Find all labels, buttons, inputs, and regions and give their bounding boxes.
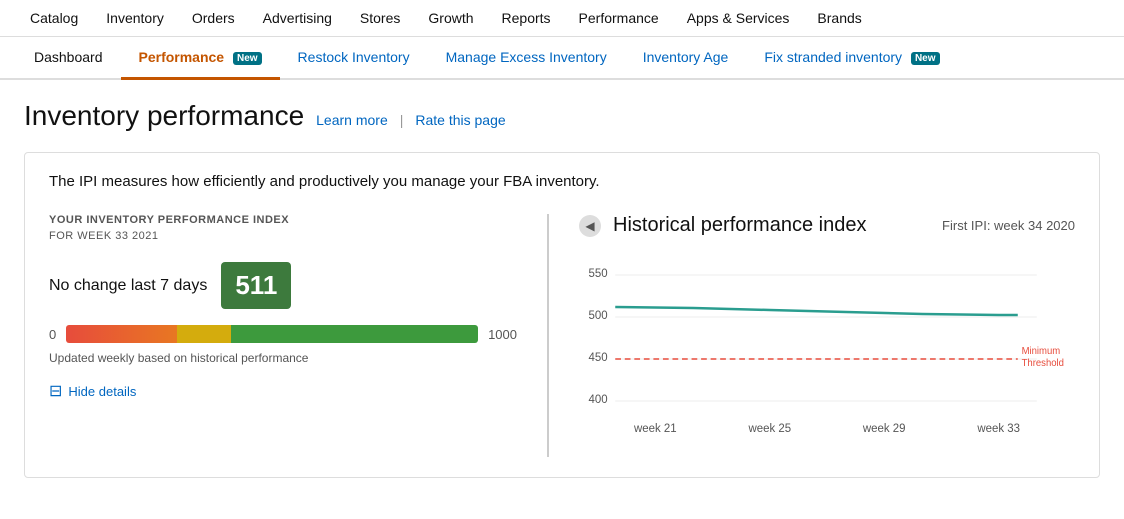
svg-text:week 21: week 21 xyxy=(633,422,677,435)
progress-note: Updated weekly based on historical perfo… xyxy=(49,351,517,365)
top-nav-reports[interactable]: Reports xyxy=(488,0,565,36)
subnav-excess[interactable]: Manage Excess Inventory xyxy=(428,37,625,80)
card-body: YOUR INVENTORY PERFORMANCE INDEX FOR WEE… xyxy=(49,214,1075,457)
progress-bar-yellow xyxy=(177,325,231,343)
learn-more-link[interactable]: Learn more xyxy=(316,112,388,128)
rate-page-link[interactable]: Rate this page xyxy=(415,112,505,128)
progress-min-label: 0 xyxy=(49,327,56,342)
top-nav-advertising[interactable]: Advertising xyxy=(249,0,346,36)
hide-details-label: Hide details xyxy=(68,384,136,399)
svg-text:week 33: week 33 xyxy=(976,422,1020,435)
subnav-inventory-age[interactable]: Inventory Age xyxy=(625,37,747,80)
page-title: Inventory performance xyxy=(24,100,304,132)
svg-text:Threshold: Threshold xyxy=(1022,358,1064,369)
top-nav-apps-services[interactable]: Apps & Services xyxy=(673,0,804,36)
subnav-restock[interactable]: Restock Inventory xyxy=(280,37,428,80)
top-nav-orders[interactable]: Orders xyxy=(178,0,249,36)
performance-new-badge: New xyxy=(233,52,262,65)
no-change-text: No change last 7 days xyxy=(49,277,207,295)
svg-text:Minimum: Minimum xyxy=(1022,346,1061,357)
main-card: The IPI measures how efficiently and pro… xyxy=(24,152,1100,478)
svg-text:450: 450 xyxy=(589,351,609,364)
score-badge: 511 xyxy=(221,262,291,309)
no-change-row: No change last 7 days 511 xyxy=(49,262,517,309)
top-nav-stores[interactable]: Stores xyxy=(346,0,414,36)
left-panel: YOUR INVENTORY PERFORMANCE INDEX FOR WEE… xyxy=(49,214,549,457)
ipi-week: FOR WEEK 33 2021 xyxy=(49,230,517,242)
page-title-row: Inventory performance Learn more | Rate … xyxy=(24,100,1100,132)
chart-area: 550 500 450 400 xyxy=(579,257,1075,457)
hide-details-icon: ⊟ xyxy=(49,381,62,401)
subnav-dashboard[interactable]: Dashboard xyxy=(16,37,121,80)
right-panel: ◀ Historical performance index First IPI… xyxy=(549,214,1075,457)
subnav-performance[interactable]: Performance New xyxy=(121,37,280,80)
top-navigation: Catalog Inventory Orders Advertising Sto… xyxy=(0,0,1124,37)
first-ipi-text: First IPI: week 34 2020 xyxy=(942,218,1075,233)
page-content: Inventory performance Learn more | Rate … xyxy=(0,80,1124,498)
top-nav-growth[interactable]: Growth xyxy=(414,0,487,36)
top-nav-brands[interactable]: Brands xyxy=(803,0,875,36)
svg-text:400: 400 xyxy=(589,393,609,406)
progress-row: 0 1000 xyxy=(49,325,517,343)
svg-text:550: 550 xyxy=(589,267,609,280)
top-nav-catalog[interactable]: Catalog xyxy=(16,0,92,36)
svg-text:week 25: week 25 xyxy=(747,422,791,435)
back-button[interactable]: ◀ xyxy=(579,215,601,237)
hide-details-button[interactable]: ⊟ Hide details xyxy=(49,381,517,401)
svg-text:week 29: week 29 xyxy=(862,422,906,435)
chart-svg: 550 500 450 400 xyxy=(579,257,1075,457)
stranded-new-badge: New xyxy=(911,52,940,65)
ipi-label: YOUR INVENTORY PERFORMANCE INDEX xyxy=(49,214,517,226)
progress-bar-green xyxy=(231,325,478,343)
historical-title: Historical performance index xyxy=(613,214,866,237)
progress-max-label: 1000 xyxy=(488,327,517,342)
right-panel-header: ◀ Historical performance index First IPI… xyxy=(579,214,1075,237)
svg-text:500: 500 xyxy=(589,309,609,322)
subnav-stranded[interactable]: Fix stranded inventory New xyxy=(746,37,957,80)
top-nav-inventory[interactable]: Inventory xyxy=(92,0,178,36)
card-description: The IPI measures how efficiently and pro… xyxy=(49,173,1075,190)
top-nav-performance[interactable]: Performance xyxy=(565,0,673,36)
title-separator: | xyxy=(400,112,404,128)
progress-bar-red xyxy=(66,325,177,343)
progress-bar xyxy=(66,325,478,343)
sub-navigation: Dashboard Performance New Restock Invent… xyxy=(0,37,1124,80)
